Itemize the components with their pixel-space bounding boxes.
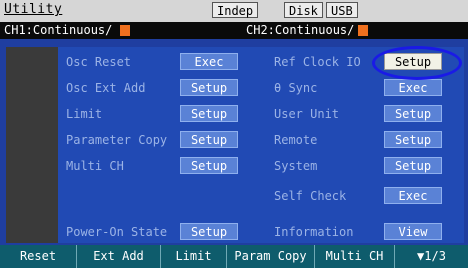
system-setup-button[interactable]: Setup (384, 157, 442, 174)
disk-indicator: Disk (284, 2, 323, 18)
power-on-state-setup-button[interactable]: Setup (180, 223, 238, 240)
theta-sync-exec-button[interactable]: Exec (384, 79, 442, 96)
multi-ch-setup-button[interactable]: Setup (180, 157, 238, 174)
ch2-output-indicator (358, 25, 368, 36)
side-strip (6, 47, 58, 243)
softkey-ext-add[interactable]: Ext Add (76, 245, 160, 268)
remote-setup-button[interactable]: Setup (384, 131, 442, 148)
user-unit-setup-button[interactable]: Setup (384, 105, 442, 122)
information-label: Information (274, 225, 354, 239)
parameter-copy-setup-button[interactable]: Setup (180, 131, 238, 148)
ch1-output-indicator (120, 25, 130, 36)
softkey-limit[interactable]: Limit (160, 245, 226, 268)
osc-ext-add-label: Osc Ext Add (66, 81, 146, 95)
limit-setup-button[interactable]: Setup (180, 105, 238, 122)
title-bar: Utility Indep Disk USB (0, 0, 468, 22)
power-on-state-label: Power-On State (66, 225, 168, 239)
parameter-copy-label: Parameter Copy (66, 133, 168, 147)
multi-ch-label: Multi CH (66, 159, 124, 173)
system-label: System (274, 159, 318, 173)
osc-reset-label: Osc Reset (66, 55, 132, 69)
self-check-exec-button[interactable]: Exec (384, 187, 442, 204)
utility-screen: Utility Indep Disk USB CH1:Continuous/ C… (0, 0, 468, 268)
theta-sync-label: θ Sync (274, 81, 318, 95)
softkey-multi-ch[interactable]: Multi CH (314, 245, 394, 268)
page-title: Utility (4, 2, 63, 17)
ref-clock-io-label: Ref Clock IO (274, 55, 361, 69)
remote-label: Remote (274, 133, 318, 147)
softkey-reset[interactable]: Reset (0, 245, 76, 268)
user-unit-label: User Unit (274, 107, 340, 121)
softkey-param-copy[interactable]: Param Copy (226, 245, 314, 268)
usb-indicator: USB (326, 2, 358, 18)
limit-label: Limit (66, 107, 103, 121)
information-view-button[interactable]: View (384, 223, 442, 240)
channel-status-bar: CH1:Continuous/ CH2:Continuous/ (0, 22, 468, 39)
ch1-status: CH1:Continuous/ (4, 23, 113, 37)
softkey-page-indicator[interactable]: ▼1/3 (394, 245, 468, 268)
self-check-label: Self Check (274, 189, 347, 203)
osc-ext-add-setup-button[interactable]: Setup (180, 79, 238, 96)
indep-indicator: Indep (212, 2, 259, 18)
highlight-circle-annotation (372, 46, 462, 80)
ch2-status: CH2:Continuous/ (246, 23, 355, 37)
softkey-bar: Reset Ext Add Limit Param Copy Multi CH … (0, 245, 468, 268)
osc-reset-exec-button[interactable]: Exec (180, 53, 238, 70)
